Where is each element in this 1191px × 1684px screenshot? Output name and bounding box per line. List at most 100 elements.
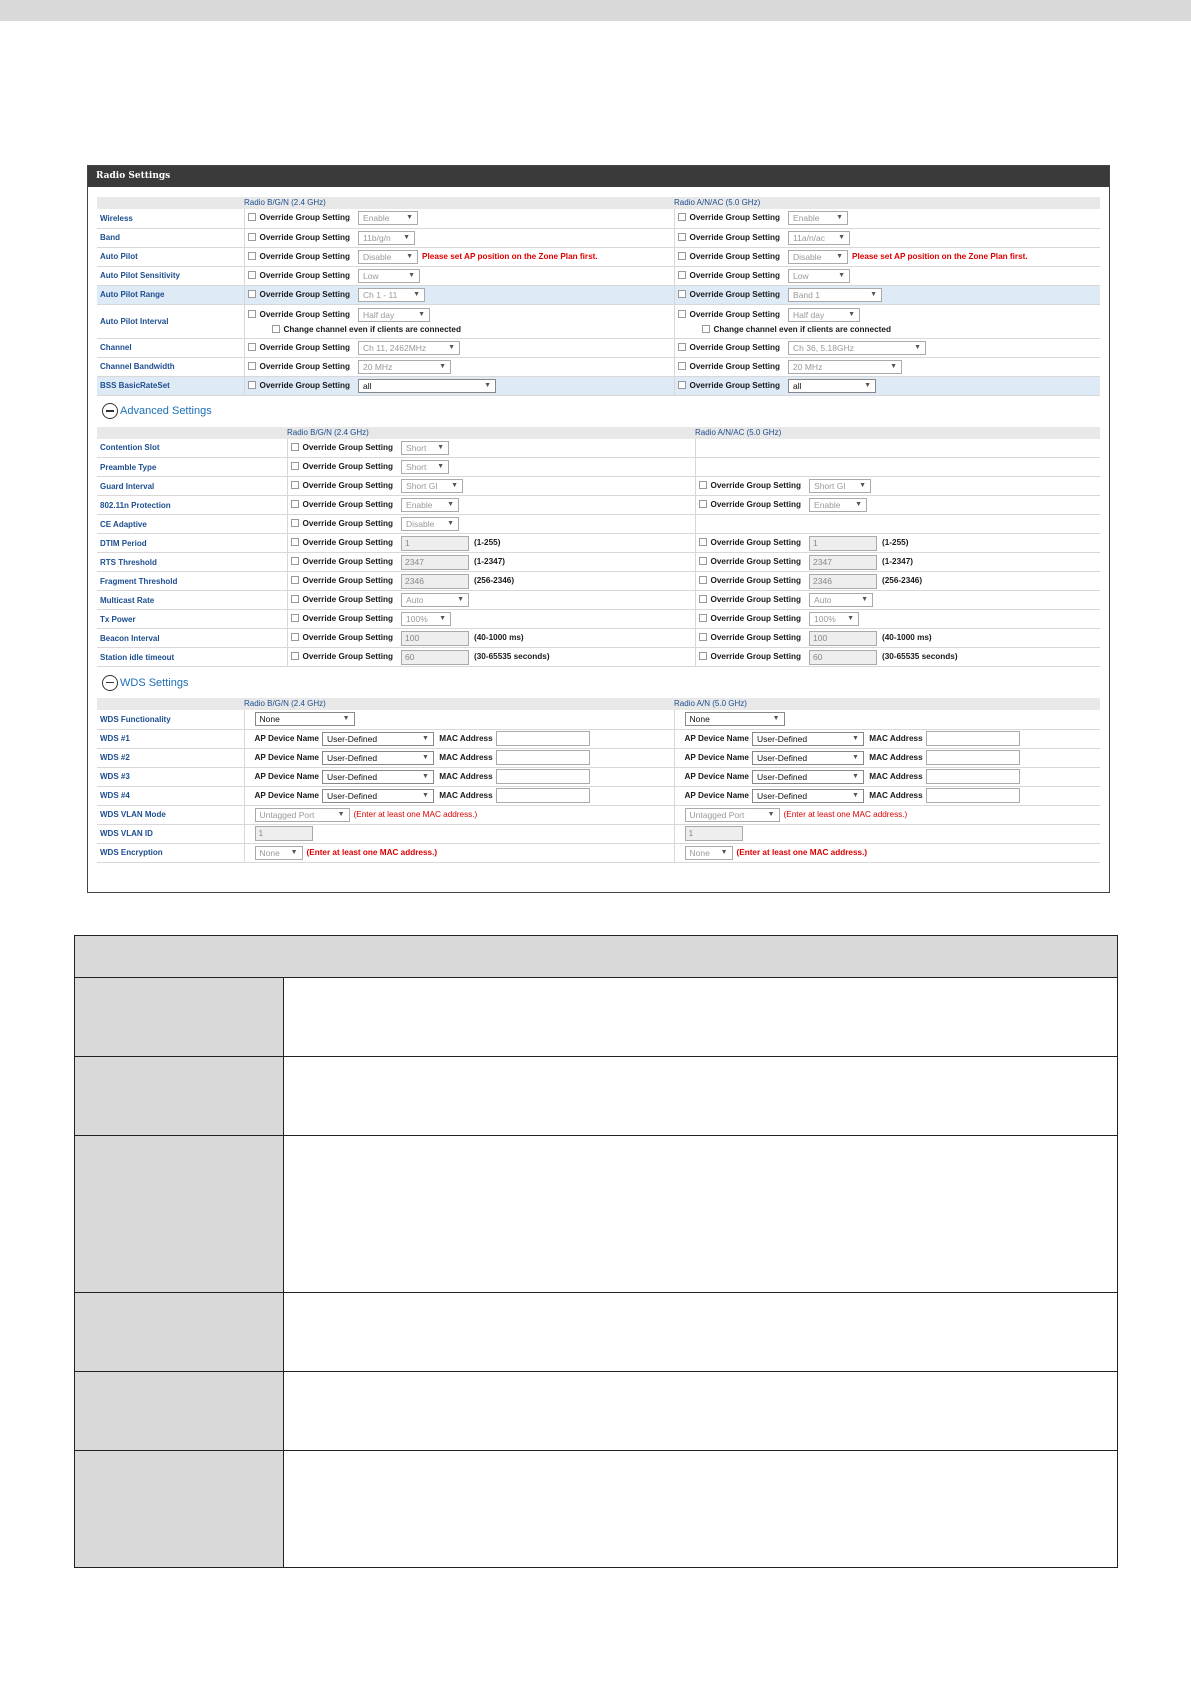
- override-checkbox[interactable]: [698, 557, 707, 566]
- override-checkbox[interactable]: [247, 232, 256, 241]
- override-checkbox[interactable]: [247, 270, 256, 279]
- override-checkbox[interactable]: [698, 576, 707, 585]
- override-checkbox[interactable]: [247, 310, 256, 319]
- wds2-mac-input-1[interactable]: [495, 750, 590, 765]
- rts-input-1[interactable]: 2347: [401, 554, 470, 570]
- override-checkbox[interactable]: [290, 633, 299, 642]
- override-checkbox[interactable]: [290, 614, 299, 623]
- preamble-select[interactable]: Short ▼: [401, 460, 450, 474]
- wds4-mac-input-1[interactable]: [495, 788, 590, 803]
- wds1-mac-input-2[interactable]: [925, 731, 1020, 746]
- interval-select-1[interactable]: Half day ▼: [358, 308, 431, 322]
- wireless-select-1[interactable]: Enable ▼: [358, 211, 419, 226]
- wds3-device-select-2[interactable]: User-Defined ▼: [751, 769, 864, 784]
- override-checkbox[interactable]: [247, 380, 256, 389]
- override-checkbox[interactable]: [247, 361, 256, 370]
- override-checkbox[interactable]: [290, 652, 299, 661]
- protection-select-2[interactable]: Enable ▼: [809, 498, 868, 512]
- override-checkbox[interactable]: [698, 614, 707, 623]
- override-checkbox[interactable]: [290, 500, 299, 509]
- vlan-id-input-2[interactable]: 1: [684, 826, 743, 841]
- fragment-input-1[interactable]: 2346: [401, 573, 470, 589]
- fragment-input-2[interactable]: 2346: [809, 573, 878, 589]
- autopilot-select-2[interactable]: Disable ▼: [788, 249, 849, 264]
- override-checkbox[interactable]: [698, 595, 707, 604]
- override-checkbox[interactable]: [698, 652, 707, 661]
- override-checkbox[interactable]: [290, 595, 299, 604]
- override-checkbox[interactable]: [290, 462, 299, 471]
- interval-select-2[interactable]: Half day ▼: [788, 308, 861, 322]
- vlan-id-input-1[interactable]: 1: [254, 826, 313, 841]
- wds3-device-select-1[interactable]: User-Defined ▼: [321, 769, 434, 784]
- override-checkbox[interactable]: [698, 481, 707, 490]
- override-checkbox[interactable]: [247, 289, 256, 298]
- idle-input-1[interactable]: 60: [401, 649, 470, 665]
- override-checkbox[interactable]: [677, 361, 686, 370]
- override-checkbox[interactable]: [290, 576, 299, 585]
- wds4-device-select-1[interactable]: User-Defined ▼: [321, 788, 434, 803]
- override-checkbox[interactable]: [677, 251, 686, 260]
- vlan-mode-select-2[interactable]: Untagged Port ▼: [684, 807, 780, 822]
- override-checkbox[interactable]: [677, 213, 686, 222]
- override-checkbox[interactable]: [290, 519, 299, 528]
- sensitivity-select-1[interactable]: Low ▼: [358, 268, 421, 283]
- bandwidth-select-2[interactable]: 20 MHz ▼: [788, 359, 903, 374]
- rts-input-2[interactable]: 2347: [809, 554, 878, 570]
- override-checkbox[interactable]: [677, 289, 686, 298]
- override-checkbox[interactable]: [698, 538, 707, 547]
- override-checkbox[interactable]: [677, 310, 686, 319]
- txpower-select-1[interactable]: 100% ▼: [401, 612, 452, 626]
- override-checkbox[interactable]: [290, 442, 299, 451]
- ce-select[interactable]: Disable ▼: [401, 517, 460, 531]
- bss-select-2[interactable]: all ▼: [788, 378, 877, 393]
- override-checkbox[interactable]: [247, 251, 256, 260]
- wireless-select-2[interactable]: Enable ▼: [788, 211, 849, 226]
- multicast-select-1[interactable]: Auto ▼: [401, 593, 470, 607]
- range-select-2[interactable]: Band 1 ▼: [788, 287, 883, 302]
- wds4-mac-input-2[interactable]: [925, 788, 1020, 803]
- band-select-2[interactable]: 11a/n/ac ▼: [788, 230, 851, 245]
- autopilot-select-1[interactable]: Disable ▼: [358, 249, 419, 264]
- change-channel-checkbox[interactable]: [701, 325, 710, 333]
- vlan-mode-select-1[interactable]: Untagged Port ▼: [254, 807, 350, 822]
- contention-select[interactable]: Short ▼: [401, 440, 450, 455]
- channel-select-2[interactable]: Ch 36, 5.18GHz ▼: [788, 340, 927, 355]
- override-checkbox[interactable]: [290, 557, 299, 566]
- txpower-select-2[interactable]: 100% ▼: [809, 612, 860, 626]
- wds1-device-select-2[interactable]: User-Defined ▼: [751, 731, 864, 746]
- change-channel-checkbox[interactable]: [271, 325, 280, 333]
- override-checkbox[interactable]: [698, 633, 707, 642]
- bss-select-1[interactable]: all ▼: [358, 378, 497, 393]
- override-checkbox[interactable]: [247, 213, 256, 222]
- wds2-mac-input-2[interactable]: [925, 750, 1020, 765]
- wds1-mac-input-1[interactable]: [495, 731, 590, 746]
- beacon-input-2[interactable]: 100: [809, 630, 878, 646]
- sensitivity-select-2[interactable]: Low ▼: [788, 268, 851, 283]
- encryption-select-2[interactable]: None ▼: [684, 845, 733, 860]
- dtim-input-2[interactable]: 1: [809, 535, 878, 551]
- override-checkbox[interactable]: [677, 342, 686, 351]
- wds-func-select-2[interactable]: None ▼: [684, 712, 785, 727]
- wds3-mac-input-1[interactable]: [495, 769, 590, 784]
- guard-select-2[interactable]: Short GI ▼: [809, 479, 872, 493]
- wds-func-select-1[interactable]: None ▼: [254, 712, 355, 727]
- wds3-mac-input-2[interactable]: [925, 769, 1020, 784]
- beacon-input-1[interactable]: 100: [401, 630, 470, 646]
- wds2-device-select-2[interactable]: User-Defined ▼: [751, 750, 864, 765]
- override-checkbox[interactable]: [290, 538, 299, 547]
- guard-select-1[interactable]: Short GI ▼: [401, 479, 464, 493]
- channel-select-1[interactable]: Ch 11, 2462MHz ▼: [358, 340, 461, 355]
- advanced-toggle[interactable]: Advanced Settings: [88, 396, 1109, 427]
- wds4-device-select-2[interactable]: User-Defined ▼: [751, 788, 864, 803]
- range-select-1[interactable]: Ch 1 - 11 ▼: [358, 287, 426, 302]
- override-checkbox[interactable]: [677, 380, 686, 389]
- multicast-select-2[interactable]: Auto ▼: [809, 593, 874, 607]
- override-checkbox[interactable]: [698, 500, 707, 509]
- dtim-input-1[interactable]: 1: [401, 535, 470, 551]
- wds2-device-select-1[interactable]: User-Defined ▼: [321, 750, 434, 765]
- override-checkbox[interactable]: [677, 232, 686, 241]
- override-checkbox[interactable]: [290, 481, 299, 490]
- bandwidth-select-1[interactable]: 20 MHz ▼: [358, 359, 452, 374]
- wds-toggle[interactable]: WDS Settings: [88, 667, 1109, 698]
- wds1-device-select-1[interactable]: User-Defined ▼: [321, 731, 434, 746]
